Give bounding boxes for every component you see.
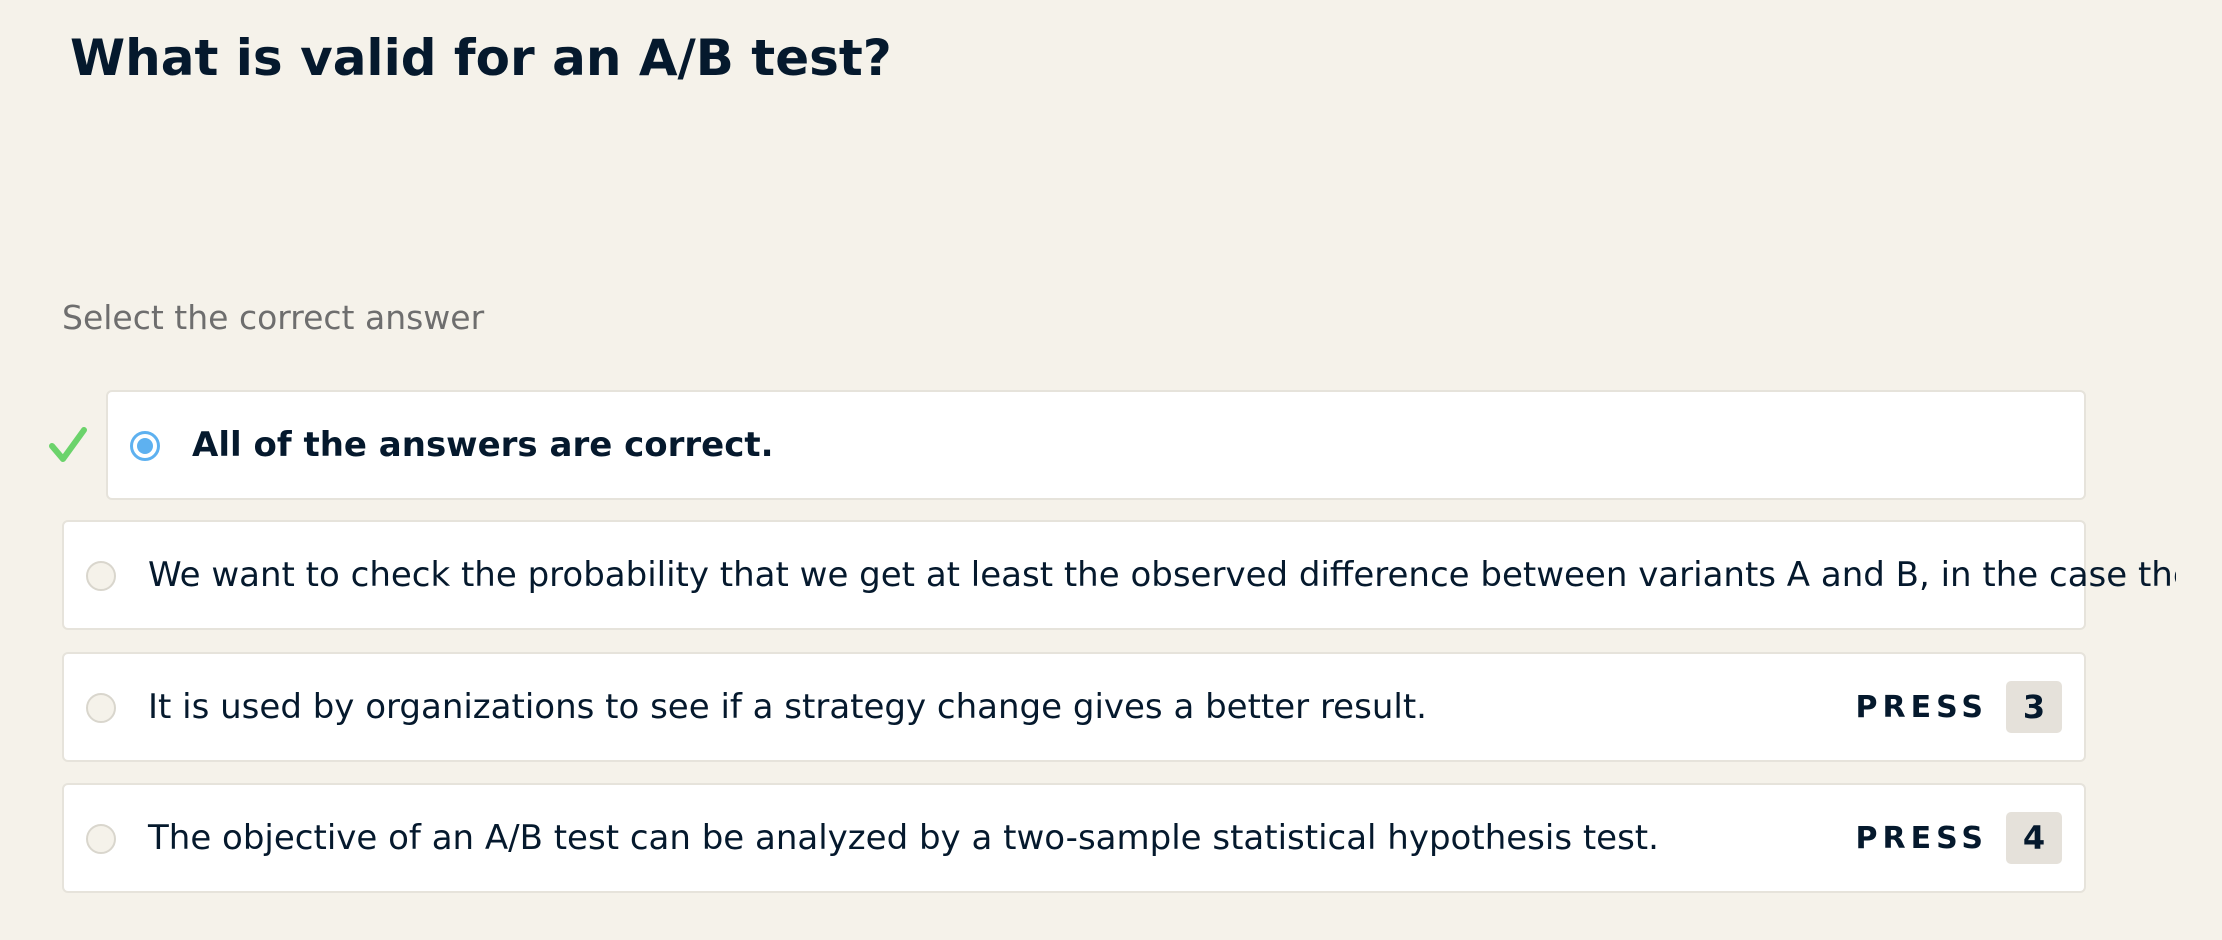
radio-button[interactable] [86, 561, 116, 591]
keyboard-shortcut-hint: PRESS 4 [1856, 812, 2062, 864]
answer-option-2[interactable]: We want to check the probability that we… [62, 520, 2176, 630]
answer-option-4[interactable]: The objective of an A/B test can be anal… [62, 783, 2086, 893]
answer-option-1[interactable]: All of the answers are correct. [106, 390, 2086, 500]
question-title: What is valid for an A/B test? [70, 29, 892, 87]
answer-option-label: We want to check the probability that we… [148, 555, 2176, 595]
radio-button[interactable] [86, 693, 116, 723]
press-label: PRESS [1855, 689, 1988, 725]
answer-option-label: It is used by organizations to see if a … [148, 687, 1427, 727]
checkmark-icon [49, 427, 87, 462]
answer-option-label: The objective of an A/B test can be anal… [148, 818, 1659, 858]
answer-option-label: All of the answers are correct. [192, 425, 774, 465]
keyboard-shortcut-hint: PRESS 3 [1856, 681, 2062, 733]
press-label: PRESS [1855, 820, 1988, 856]
instruction-text: Select the correct answer [62, 298, 485, 337]
shortcut-key-badge: 4 [2006, 812, 2062, 864]
radio-button[interactable] [86, 824, 116, 854]
shortcut-key-badge: 3 [2006, 681, 2062, 733]
radio-button-selected[interactable] [130, 431, 160, 461]
answer-option-3[interactable]: It is used by organizations to see if a … [62, 652, 2086, 762]
